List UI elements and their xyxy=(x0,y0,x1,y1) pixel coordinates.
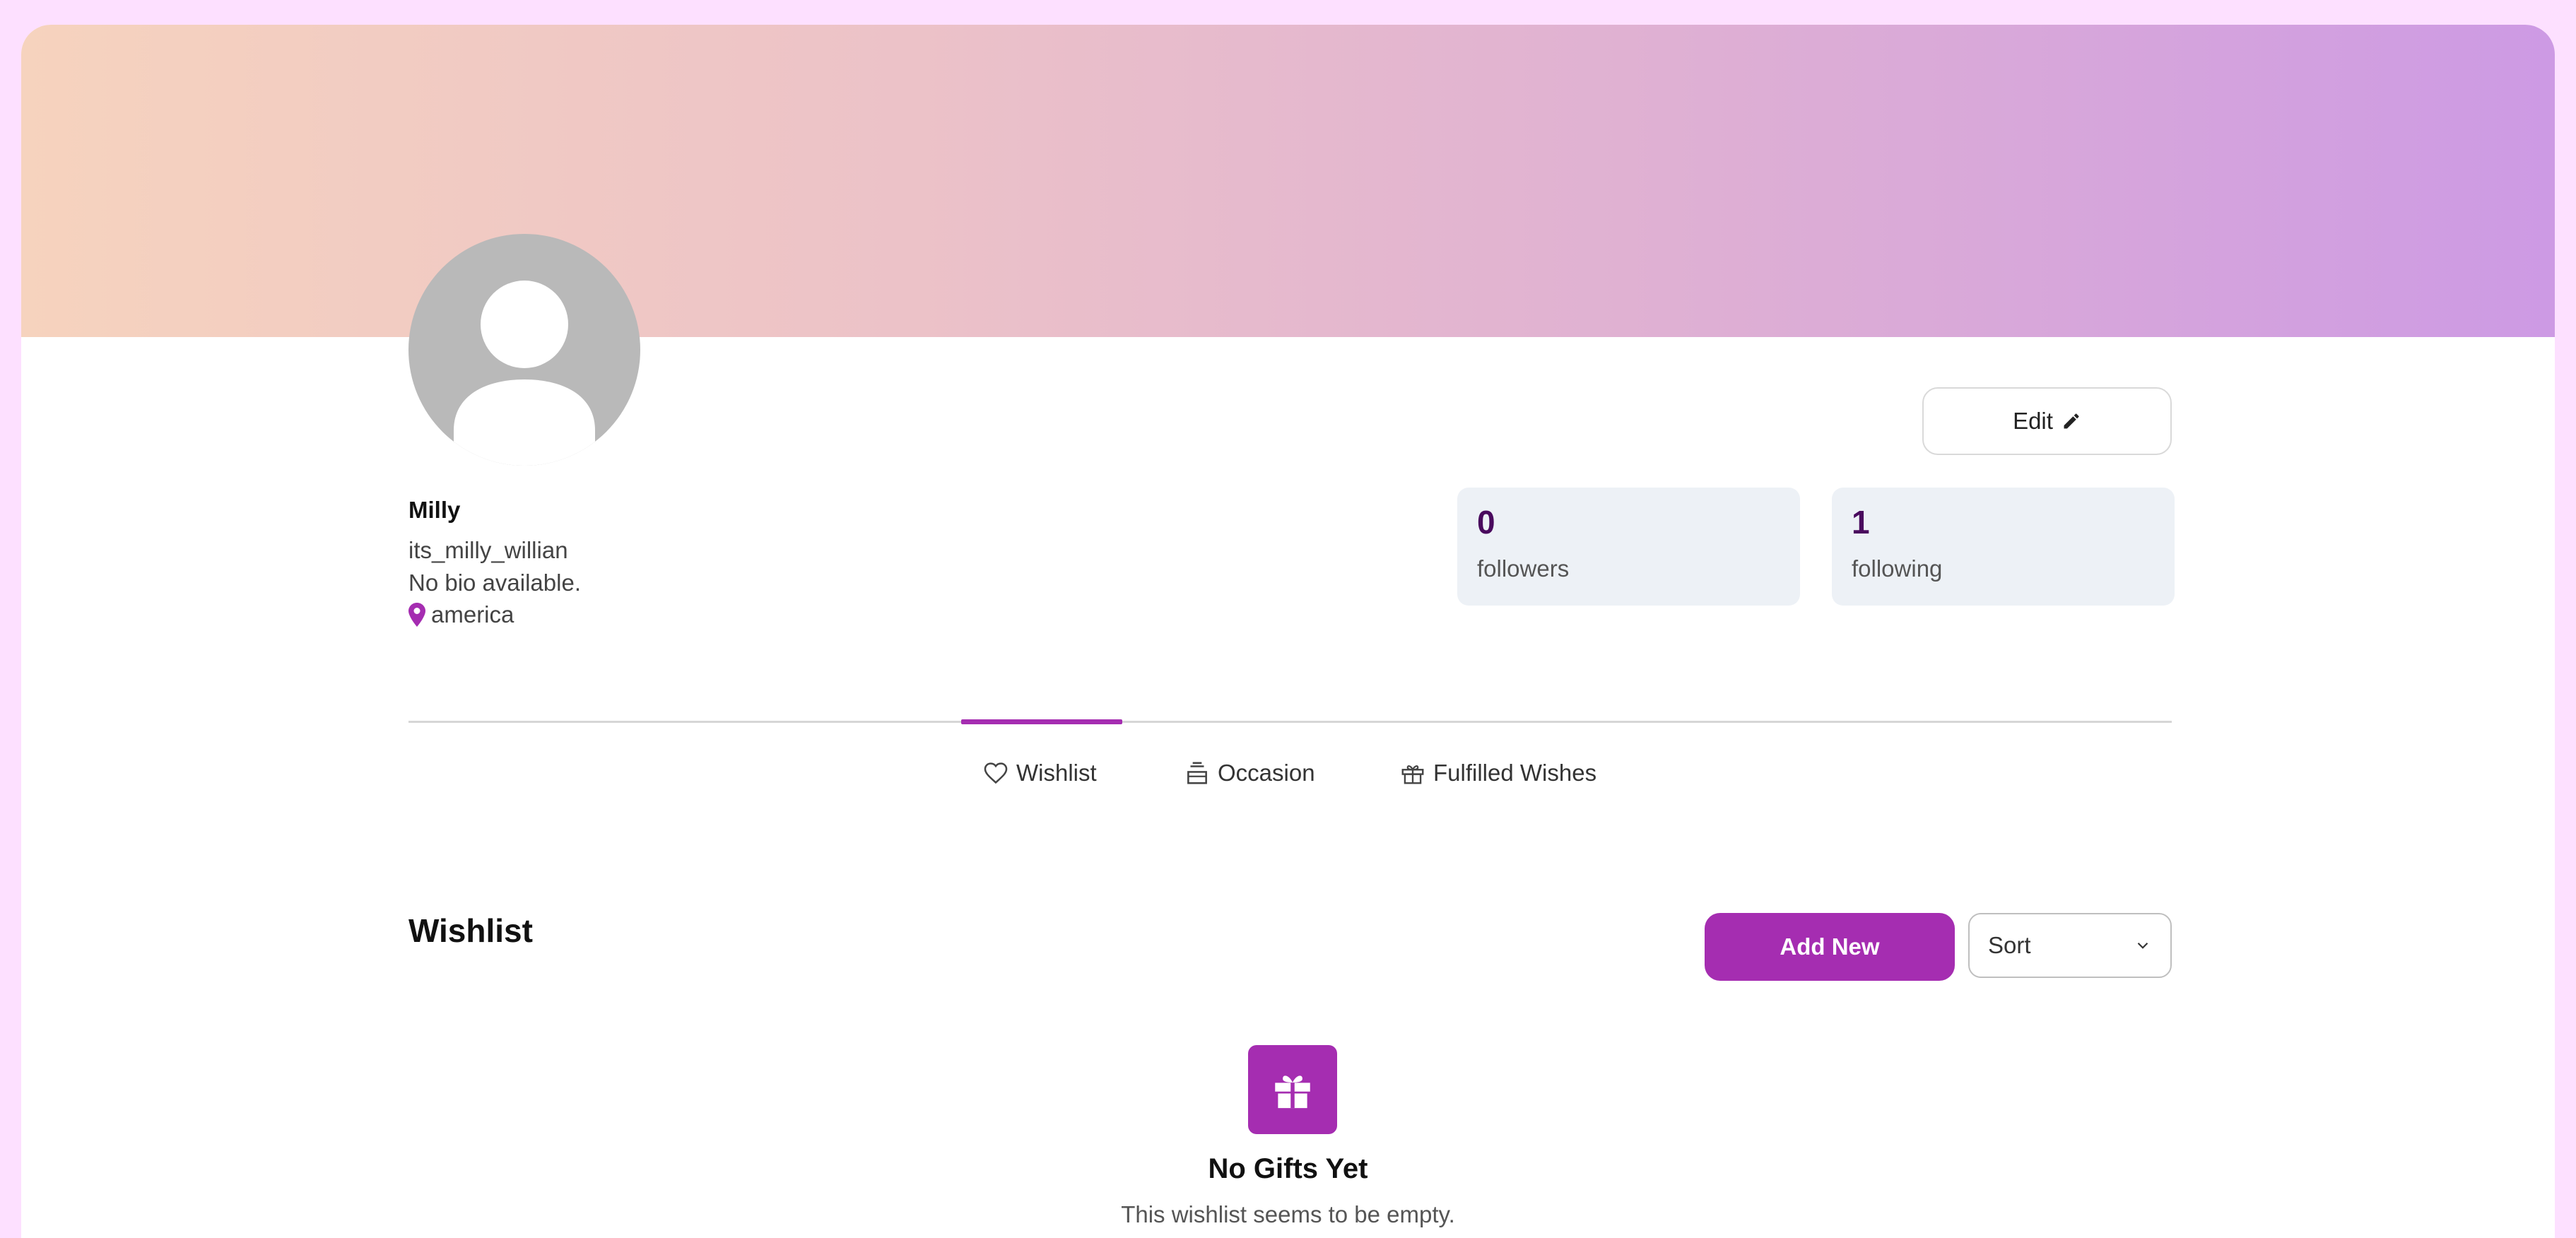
empty-gift-badge xyxy=(1248,1045,1337,1134)
following-card[interactable]: 1 following xyxy=(1832,488,2175,606)
following-count: 1 xyxy=(1852,504,1870,541)
tab-wishlist[interactable]: Wishlist xyxy=(982,760,1097,786)
tab-occasion[interactable]: Occasion xyxy=(1184,760,1315,786)
followers-count: 0 xyxy=(1477,504,1495,541)
followers-card[interactable]: 0 followers xyxy=(1457,488,1800,606)
wishlist-section-title: Wishlist xyxy=(408,912,533,949)
edit-button-label: Edit xyxy=(2013,408,2053,434)
default-user-icon xyxy=(454,281,595,466)
profile-location: america xyxy=(408,601,514,628)
location-pin-icon xyxy=(408,603,425,627)
heart-icon xyxy=(984,762,1008,784)
pencil-icon xyxy=(2064,413,2079,429)
app-frame: Milly its_milly_willian No bio available… xyxy=(21,25,2555,1238)
profile-name: Milly xyxy=(408,497,461,523)
location-text: america xyxy=(431,601,514,627)
gift-icon xyxy=(1275,1075,1310,1109)
edit-profile-button[interactable]: Edit xyxy=(1922,387,2172,455)
followers-label: followers xyxy=(1477,555,1570,582)
tab-occasion-label: Occasion xyxy=(1218,760,1315,786)
active-tab-indicator xyxy=(961,719,1122,724)
cake-icon xyxy=(1187,762,1207,784)
avatar[interactable] xyxy=(408,234,640,466)
following-label: following xyxy=(1852,555,1943,582)
empty-state-subtitle: This wishlist seems to be empty. xyxy=(1121,1201,1455,1227)
tabs-divider xyxy=(408,721,2172,723)
tab-wishlist-label: Wishlist xyxy=(1016,760,1097,786)
chevron-down-icon xyxy=(2137,942,2148,949)
profile-banner xyxy=(21,25,2555,337)
tab-fulfilled-label: Fulfilled Wishes xyxy=(1433,760,1597,786)
sort-dropdown[interactable]: Sort xyxy=(1968,913,2172,978)
sort-label: Sort xyxy=(1988,932,2031,958)
empty-state-title: No Gifts Yet xyxy=(1208,1153,1368,1184)
profile-username: its_milly_willian xyxy=(408,537,568,563)
add-new-button[interactable]: Add New xyxy=(1705,913,1955,981)
profile-bio: No bio available. xyxy=(408,570,581,596)
gift-icon xyxy=(1401,765,1424,784)
tab-fulfilled-wishes[interactable]: Fulfilled Wishes xyxy=(1399,760,1596,786)
